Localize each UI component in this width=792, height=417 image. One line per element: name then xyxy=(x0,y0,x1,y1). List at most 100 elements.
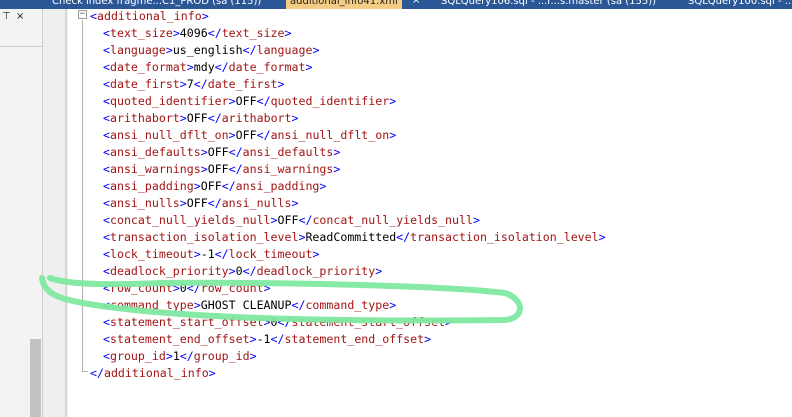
xml-bracket: </ xyxy=(214,60,229,74)
tab-sqlquery100[interactable]: SQLQuery100.sql - ... xyxy=(684,0,792,9)
pin-icon[interactable]: ⊤ xyxy=(2,11,13,22)
xml-bracket: </ xyxy=(186,281,201,295)
panel-scrollbar-thumb[interactable] xyxy=(30,339,41,417)
collapse-toggle-icon[interactable]: − xyxy=(78,10,87,19)
xml-element-line: <date_first>7</date_first> xyxy=(90,76,606,93)
xml-bracket: > xyxy=(200,162,208,176)
xml-value: OFF xyxy=(277,213,299,227)
xml-bracket: </ xyxy=(207,111,222,125)
xml-bracket: </ xyxy=(228,145,243,159)
xml-bracket: < xyxy=(103,94,110,108)
xml-bracket: > xyxy=(193,247,201,261)
panel-divider xyxy=(0,46,42,47)
xml-bracket: > xyxy=(305,60,313,74)
xml-element-line: <quoted_identifier>OFF</quoted_identifie… xyxy=(90,93,606,110)
xml-tag-name: lock_timeout xyxy=(109,247,194,261)
xml-tag-name: language xyxy=(256,43,313,57)
xml-bracket: < xyxy=(103,332,110,346)
xml-tag-name: date_format xyxy=(228,60,306,74)
xml-bracket: </ xyxy=(179,349,194,363)
xml-bracket: < xyxy=(103,60,110,74)
xml-bracket: </ xyxy=(396,230,411,244)
xml-bracket: </ xyxy=(242,264,257,278)
xml-tag-name: statement_start_offset xyxy=(109,315,264,329)
xml-element-line: <command_type>GHOST CLEANUP</command_typ… xyxy=(90,297,606,314)
xml-tag-name: lock_timeout xyxy=(228,247,313,261)
xml-tag-name: statement_start_offset xyxy=(291,315,446,329)
xml-element-line: <language>us_english</language> xyxy=(90,42,606,59)
xml-value: OFF xyxy=(235,128,257,142)
xml-bracket: > xyxy=(208,366,216,380)
xml-value: -1 xyxy=(256,332,271,346)
xml-bracket: < xyxy=(103,230,110,244)
xml-bracket: </ xyxy=(193,77,208,91)
xml-bracket: </ xyxy=(221,179,236,193)
xml-value: OFF xyxy=(200,179,222,193)
xml-bracket: > xyxy=(186,60,194,74)
xml-bracket: > xyxy=(291,196,299,210)
xml-bracket: > xyxy=(389,298,397,312)
xml-element-line: <concat_null_yields_null>OFF</concat_nul… xyxy=(90,212,606,229)
xml-tag-name: ansi_warnings xyxy=(242,162,334,176)
xml-bracket: > xyxy=(389,128,397,142)
xml-tag-name: transaction_isolation_level xyxy=(109,230,299,244)
xml-tag-name: language xyxy=(109,43,166,57)
xml-bracket: > xyxy=(333,162,341,176)
xml-bracket: < xyxy=(103,77,110,91)
xml-editor[interactable]: <additional_info> <text_size>4096</text_s… xyxy=(90,8,606,382)
xml-bracket: > xyxy=(179,111,187,125)
xml-value: 1 xyxy=(172,349,180,363)
xml-bracket: > xyxy=(179,196,187,210)
xml-value: -1 xyxy=(200,247,215,261)
xml-tag-name: date_first xyxy=(207,77,278,91)
xml-tag-name: command_type xyxy=(109,298,194,312)
xml-tag-name: text_size xyxy=(221,26,285,40)
xml-bracket: > xyxy=(201,9,209,23)
xml-value: OFF xyxy=(235,94,257,108)
tab-close-icon[interactable]: × xyxy=(412,0,420,6)
close-icon[interactable]: × xyxy=(16,11,27,22)
xml-bracket: </ xyxy=(270,332,285,346)
xml-tag-name: quoted_identifier xyxy=(270,94,390,108)
xml-tag-name: statement_end_offset xyxy=(284,332,425,346)
xml-bracket: > xyxy=(228,128,236,142)
xml-bracket: < xyxy=(103,162,110,176)
xml-tag-name: quoted_identifier xyxy=(109,94,229,108)
xml-tag-name: ansi_nulls xyxy=(109,196,180,210)
xml-element-line: <transaction_isolation_level>ReadCommitt… xyxy=(90,229,606,246)
editor-gutter xyxy=(43,9,68,417)
xml-bracket: > xyxy=(319,179,327,193)
xml-element-line: <ansi_nulls>OFF</ansi_nulls> xyxy=(90,195,606,212)
xml-value: OFF xyxy=(207,162,229,176)
xml-bracket: > xyxy=(228,264,236,278)
xml-bracket: </ xyxy=(256,94,271,108)
xml-tag-name: ansi_null_dflt_on xyxy=(270,128,390,142)
xml-tag-name: deadlock_priority xyxy=(109,264,229,278)
xml-bracket: </ xyxy=(207,26,222,40)
xml-bracket: > xyxy=(263,315,271,329)
xml-element-line: <statement_start_offset>0</statement_sta… xyxy=(90,314,606,331)
xml-bracket: </ xyxy=(228,162,243,176)
xml-bracket: < xyxy=(90,9,97,23)
xml-bracket: < xyxy=(103,281,110,295)
xml-tag-name: statement_end_offset xyxy=(109,332,250,346)
xml-bracket: > xyxy=(424,332,432,346)
xml-tag-name: deadlock_priority xyxy=(256,264,376,278)
xml-element-line: <group_id>1</group_id> xyxy=(90,348,606,365)
xml-element-line: <ansi_padding>OFF</ansi_padding> xyxy=(90,178,606,195)
xml-value: OFF xyxy=(186,196,208,210)
xml-bracket: > xyxy=(263,281,271,295)
xml-value: 0 xyxy=(179,281,187,295)
xml-bracket: > xyxy=(270,213,278,227)
xml-bracket: </ xyxy=(242,43,257,57)
xml-bracket: < xyxy=(103,26,110,40)
xml-tag-name: row_count xyxy=(200,281,264,295)
xml-tag-name: concat_null_yields_null xyxy=(312,213,473,227)
xml-bracket: </ xyxy=(90,366,104,380)
xml-tag-name: ansi_null_dflt_on xyxy=(109,128,229,142)
xml-tag-name: command_type xyxy=(305,298,390,312)
xml-value: 4096 xyxy=(179,26,208,40)
xml-bracket: > xyxy=(165,349,173,363)
xml-value: ReadCommitted xyxy=(305,230,397,244)
xml-tag-name: ansi_defaults xyxy=(109,145,201,159)
